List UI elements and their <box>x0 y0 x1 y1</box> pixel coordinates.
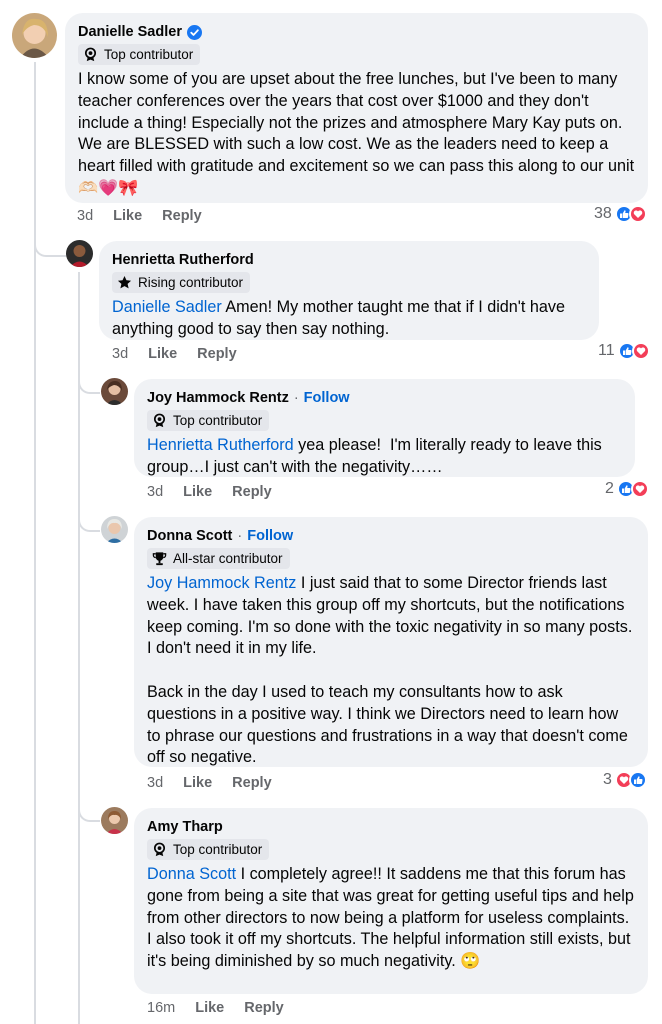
timestamp[interactable]: 3d <box>77 208 93 224</box>
reply-button[interactable]: Reply <box>232 775 272 791</box>
trophy-icon <box>152 552 167 566</box>
author-name[interactable]: Amy Tharp <box>147 818 223 836</box>
comment-text: Joy Hammock Rentz I just said that to so… <box>147 573 635 660</box>
follow-button[interactable]: Follow <box>247 527 293 545</box>
reply-button[interactable]: Reply <box>232 484 272 500</box>
comment-text: I know some of you are upset about the f… <box>78 70 639 197</box>
like-button[interactable]: Like <box>183 484 212 500</box>
thread-line-main <box>34 62 36 1024</box>
award-icon <box>153 842 166 857</box>
reply-button[interactable]: Reply <box>197 346 237 362</box>
contributor-badge[interactable]: Top contributor <box>147 839 270 860</box>
love-reaction-icon <box>631 342 650 360</box>
contributor-badge[interactable]: All-star contributor <box>147 548 290 569</box>
author-name[interactable]: Joy Hammock Rentz <box>147 389 289 407</box>
comment-bubble: Joy Hammock Rentz · Follow Top contribut… <box>134 379 635 477</box>
badge-label: All-star contributor <box>173 551 283 566</box>
avatar[interactable] <box>101 378 128 405</box>
badge-label: Top contributor <box>173 413 263 428</box>
reaction-count: 11 <box>598 342 615 359</box>
reaction-summary[interactable]: 38 <box>594 205 647 223</box>
comment-bubble: Danielle Sadler Top contributor I know s… <box>65 13 648 203</box>
like-button[interactable]: Like <box>148 346 177 362</box>
like-button[interactable]: Like <box>195 1000 224 1016</box>
mention-link[interactable]: Henrietta Rutherford <box>147 436 294 454</box>
comment-actions: 16m Like Reply <box>147 1000 284 1016</box>
badge-label: Top contributor <box>104 47 194 62</box>
badge-label: Rising contributor <box>138 275 244 290</box>
avatar[interactable] <box>101 516 128 543</box>
badge-label: Top contributor <box>173 842 263 857</box>
thread-elbow-1 <box>34 215 66 257</box>
love-reaction-icon <box>628 205 647 223</box>
like-button[interactable]: Like <box>113 208 142 224</box>
comment-actions: 3d Like Reply <box>77 208 202 224</box>
avatar[interactable] <box>12 13 57 58</box>
follow-button[interactable]: Follow <box>304 389 350 407</box>
timestamp[interactable]: 16m <box>147 1000 175 1016</box>
mention-link[interactable]: Joy Hammock Rentz <box>147 574 296 592</box>
award-icon <box>84 47 97 62</box>
reaction-count: 3 <box>603 771 612 788</box>
comment-actions: 3d Like Reply <box>147 484 272 500</box>
paragraph-break <box>147 660 635 682</box>
like-reaction-icon <box>628 771 647 789</box>
avatar[interactable] <box>66 240 93 267</box>
award-icon <box>153 413 166 428</box>
comment-actions: 3d Like Reply <box>147 775 272 791</box>
mention-link[interactable]: Donna Scott <box>147 865 236 883</box>
comment-text: Danielle Sadler Amen! My mother taught m… <box>112 297 586 341</box>
reaction-summary[interactable]: 3 <box>603 771 647 789</box>
separator-dot: · <box>293 390 299 406</box>
like-button[interactable]: Like <box>183 775 212 791</box>
comment-text: Henrietta Rutherford yea please! I'm lit… <box>147 435 622 479</box>
comment-text: Donna Scott I completely agree!! It sadd… <box>147 864 635 973</box>
love-reaction-icon <box>630 480 649 498</box>
thread-elbow-4 <box>78 800 100 822</box>
timestamp[interactable]: 3d <box>112 346 128 362</box>
author-name[interactable]: Danielle Sadler <box>78 23 182 41</box>
timestamp[interactable]: 3d <box>147 775 163 791</box>
mention-link[interactable]: Danielle Sadler <box>112 298 222 316</box>
reaction-summary[interactable]: 11 <box>598 342 650 360</box>
comment-actions: 3d Like Reply <box>112 346 237 362</box>
author-name[interactable]: Henrietta Rutherford <box>112 251 254 269</box>
separator-dot: · <box>237 528 243 544</box>
comment-bubble: Donna Scott · Follow All-star contributo… <box>134 517 648 767</box>
comment-text-paragraph-2: Back in the day I used to teach my consu… <box>147 682 633 767</box>
timestamp[interactable]: 3d <box>147 484 163 500</box>
thread-elbow-2 <box>78 372 100 394</box>
verified-badge-icon <box>186 24 202 40</box>
contributor-badge[interactable]: Top contributor <box>147 410 270 431</box>
comment-bubble: Amy Tharp Top contributor Donna Scott I … <box>134 808 648 994</box>
reaction-count: 2 <box>605 480 614 497</box>
contributor-badge[interactable]: Top contributor <box>78 44 201 65</box>
reply-button[interactable]: Reply <box>162 208 202 224</box>
star-icon <box>117 275 132 289</box>
avatar[interactable] <box>101 807 128 834</box>
thread-elbow-3 <box>78 510 100 532</box>
author-name[interactable]: Donna Scott <box>147 527 232 545</box>
reaction-summary[interactable]: 2 <box>605 480 649 498</box>
reaction-count: 38 <box>594 205 612 222</box>
reply-button[interactable]: Reply <box>244 1000 284 1016</box>
contributor-badge[interactable]: Rising contributor <box>112 272 251 293</box>
comment-bubble: Henrietta Rutherford Rising contributor … <box>99 241 599 340</box>
